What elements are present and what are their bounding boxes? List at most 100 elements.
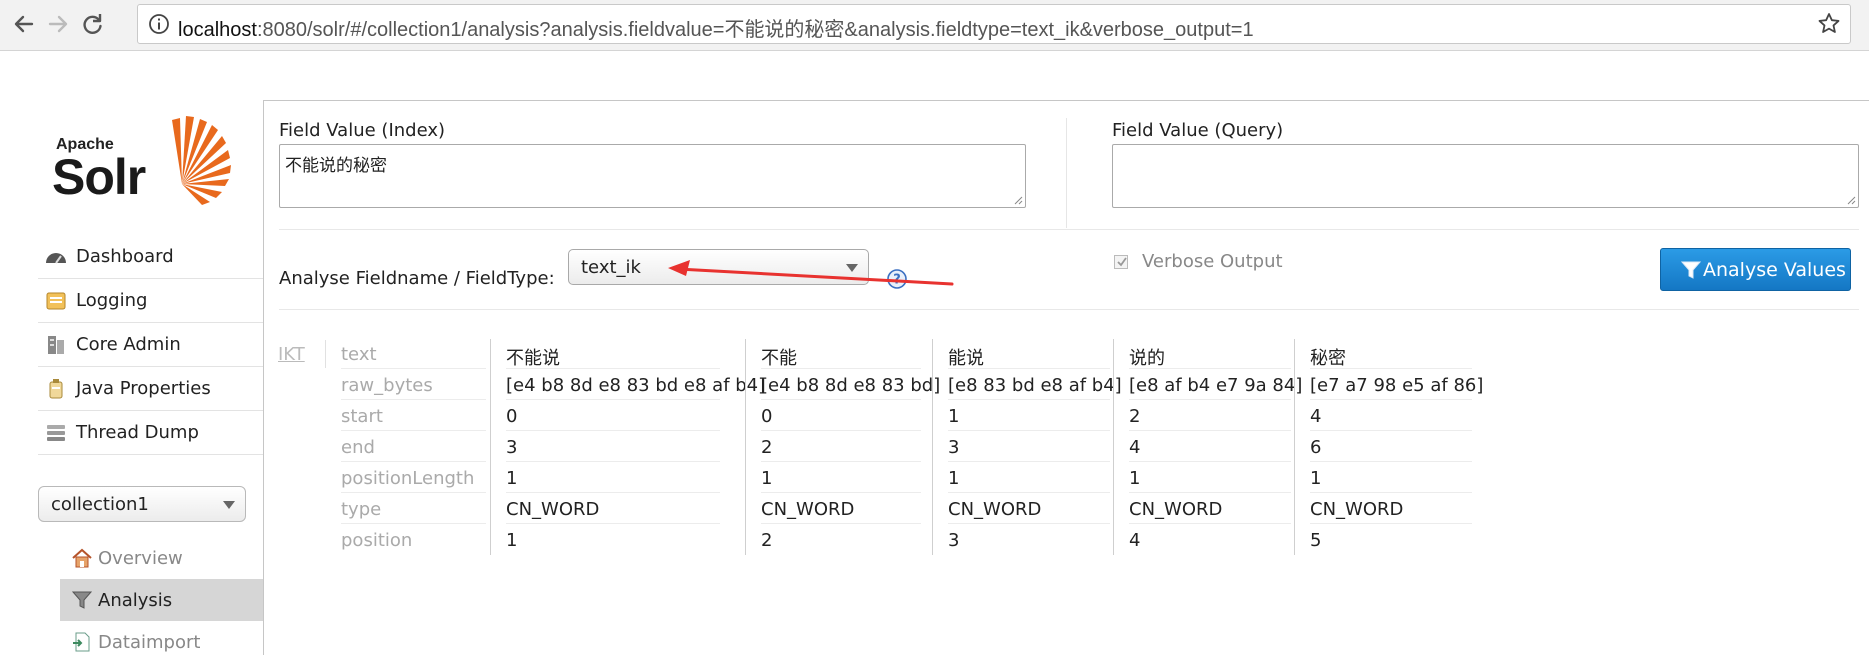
token-end: 6 [1310, 437, 1322, 458]
info-icon[interactable] [148, 13, 170, 35]
query-value-input[interactable] [1112, 144, 1859, 208]
url-path: :8080/solr/#/collection1/analysis?analys… [256, 19, 1254, 41]
row-divider [761, 461, 921, 462]
attribute-name: end [341, 437, 375, 458]
attribute-name: position [341, 530, 413, 551]
token-end: 3 [506, 437, 518, 458]
token-text: 不能说 [506, 348, 560, 369]
fieldtype-label: Analyse Fieldname / FieldType: [279, 268, 555, 289]
index-value-input[interactable]: 不能说的秘密 [279, 144, 1026, 208]
address-bar[interactable]: localhost:8080/solr/#/collection1/analys… [137, 4, 1851, 44]
verbose-output-label: Verbose Output [1142, 251, 1283, 272]
fieldtype-value: text_ik [581, 257, 641, 278]
sidebar-item-core-admin[interactable]: Core Admin [38, 323, 263, 367]
reload-icon[interactable] [78, 10, 106, 38]
token-raw-bytes: [e7 a7 98 e5 af 86] [1310, 375, 1484, 396]
token-start: 0 [761, 406, 773, 427]
analyse-values-button[interactable]: Analyse Values [1660, 248, 1851, 291]
token-text: 秘密 [1310, 348, 1346, 369]
row-divider [341, 461, 486, 462]
row-divider [761, 523, 921, 524]
token-start: 4 [1310, 406, 1322, 427]
column-border [745, 339, 746, 555]
attribute-name: raw_bytes [341, 375, 433, 396]
submenu-item-analysis[interactable]: Analysis [60, 579, 263, 621]
token-position-length: 1 [761, 468, 773, 489]
core-selector-value: collection1 [51, 494, 149, 515]
row-divider [506, 399, 720, 400]
sidebar-item-thread-dump[interactable]: Thread Dump [38, 411, 263, 455]
token-position: 1 [506, 530, 518, 551]
row-divider [1129, 461, 1291, 462]
token-position-length: 1 [1129, 468, 1141, 489]
row-divider [761, 430, 921, 431]
submenu-item-overview[interactable]: Overview [60, 537, 263, 579]
row-divider [761, 399, 921, 400]
submenu-item-dataimport[interactable]: Dataimport [60, 621, 263, 663]
sidebar-item-java-properties[interactable]: Java Properties [38, 367, 263, 411]
row-divider [948, 461, 1110, 462]
submenu-item-label: Dataimport [98, 632, 201, 653]
thread-dump-icon [47, 425, 65, 441]
row-divider [1310, 523, 1472, 524]
sidebar-item-logging[interactable]: Logging [38, 279, 263, 323]
row-divider [948, 523, 1110, 524]
core-selector[interactable]: collection1 [38, 486, 246, 522]
column-border [490, 339, 491, 555]
sidebar-menu: Dashboard Logging Core Admin Java Proper… [38, 235, 263, 455]
core-submenu: Overview Analysis Dataimport [60, 537, 263, 663]
sidebar-item-label: Dashboard [76, 246, 174, 267]
form-column-divider [1066, 118, 1067, 228]
funnel-icon [71, 591, 93, 609]
verbose-output-checkbox[interactable] [1114, 255, 1128, 269]
token-raw-bytes: [e8 af b4 e7 9a 84] [1129, 375, 1303, 396]
row-divider [948, 368, 1110, 369]
back-icon[interactable] [10, 10, 38, 38]
index-value-text: 不能说的秘密 [285, 156, 387, 176]
token-position: 2 [761, 530, 773, 551]
attribute-name: start [341, 406, 383, 427]
token-type: CN_WORD [761, 499, 855, 520]
solr-logo[interactable]: Apache Solr [52, 112, 237, 212]
token-position-length: 1 [948, 468, 960, 489]
row-divider [341, 399, 486, 400]
token-position-length: 1 [1310, 468, 1322, 489]
sidebar-item-dashboard[interactable]: Dashboard [38, 235, 263, 279]
token-type: CN_WORD [948, 499, 1042, 520]
query-value-label: Field Value (Query) [1112, 120, 1284, 141]
url-text[interactable]: localhost:8080/solr/#/collection1/analys… [178, 13, 1254, 42]
row-divider [1129, 368, 1291, 369]
row-divider [341, 368, 486, 369]
row-divider [1129, 399, 1291, 400]
attribute-name: positionLength [341, 468, 475, 489]
token-position-length: 1 [506, 468, 518, 489]
index-value-label: Field Value (Index) [279, 120, 446, 141]
sidebar-item-label: Java Properties [76, 378, 211, 399]
token-position: 4 [1129, 530, 1141, 551]
tokenizer-name[interactable]: IKT [278, 344, 305, 365]
token-type: CN_WORD [1310, 499, 1404, 520]
row-divider [506, 368, 720, 369]
sidebar-item-label: Core Admin [76, 334, 181, 355]
logo-solr-text: Solr [52, 149, 146, 205]
row-divider [948, 492, 1110, 493]
token-end: 4 [1129, 437, 1141, 458]
row-divider [341, 430, 486, 431]
row-divider [506, 430, 720, 431]
row-divider [1129, 430, 1291, 431]
resize-grip-icon[interactable] [1846, 195, 1856, 205]
row-divider [506, 492, 720, 493]
token-text: 能说 [948, 348, 984, 369]
resize-grip-icon[interactable] [1013, 195, 1023, 205]
forward-icon[interactable] [44, 10, 72, 38]
row-divider [948, 430, 1110, 431]
analyse-values-label: Analyse Values [1703, 259, 1846, 281]
funnel-icon [1681, 261, 1701, 279]
sidebar-item-label: Thread Dump [76, 422, 199, 443]
bookmark-star-icon[interactable] [1816, 11, 1842, 37]
column-border [1294, 339, 1295, 555]
dataimport-icon [73, 632, 90, 652]
row-divider [1310, 368, 1472, 369]
token-end: 3 [948, 437, 960, 458]
row-divider [506, 523, 720, 524]
